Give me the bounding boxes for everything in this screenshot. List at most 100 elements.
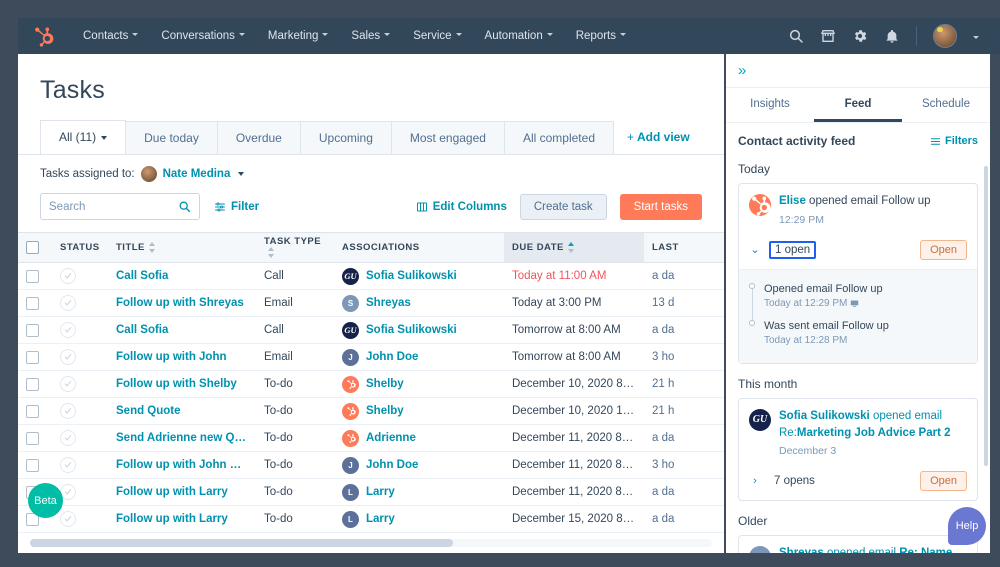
table-row[interactable]: Call SofiaCallGUSofia SulikowskiTomorrow… (18, 317, 724, 344)
feed-card[interactable]: GUSofia Sulikowski opened email Re:Marke… (738, 398, 978, 502)
sort-icon-active[interactable] (568, 242, 575, 253)
association-name-link[interactable]: Larry (366, 513, 395, 525)
row-checkbox[interactable] (26, 405, 39, 418)
nav-item-automation[interactable]: Automation (474, 24, 565, 48)
chevron-down-icon[interactable] (973, 35, 980, 42)
chevron-right-icon[interactable]: › (749, 475, 761, 487)
association-name-link[interactable]: John Doe (366, 459, 418, 471)
add-view-button[interactable]: +Add view (613, 121, 704, 154)
table-row[interactable]: Follow up with ShreyasEmailSShreyasToday… (18, 290, 724, 317)
task-title-link[interactable]: Call Sofia (116, 324, 248, 336)
feed-actor-link[interactable]: Shreyas (779, 547, 824, 553)
complete-task-icon[interactable] (60, 430, 76, 446)
column-associations[interactable]: ASSOCIATIONS (334, 233, 504, 263)
panel-scrollbar[interactable] (984, 166, 988, 466)
association-name-link[interactable]: Adrienne (366, 432, 416, 444)
task-title-link[interactable]: Send Quote (116, 405, 248, 417)
table-row[interactable]: Follow up with ShelbyTo-doShelbyDecember… (18, 371, 724, 398)
scrollbar-thumb[interactable] (30, 539, 453, 547)
feed-actor-link[interactable]: Sofia Sulikowski (779, 410, 870, 422)
help-button[interactable]: Help (948, 507, 986, 545)
search-input[interactable] (49, 201, 178, 213)
edit-columns-button[interactable]: Edit Columns (416, 201, 507, 213)
association-name-link[interactable]: John Doe (366, 351, 418, 363)
opens-count[interactable]: 7 opens (769, 473, 820, 489)
nav-item-conversations[interactable]: Conversations (150, 24, 257, 48)
column-task-type[interactable]: TASK TYPE (256, 233, 334, 263)
task-title-link[interactable]: Follow up with John Doe (116, 459, 248, 471)
feed-card[interactable]: SShreyas opened email Re: Name correctio… (738, 535, 978, 553)
nav-item-contacts[interactable]: Contacts (72, 24, 150, 48)
beta-badge[interactable]: Beta (28, 483, 63, 518)
tab-overdue[interactable]: Overdue (217, 121, 301, 154)
complete-task-icon[interactable] (60, 376, 76, 392)
row-checkbox[interactable] (26, 297, 39, 310)
tab-upcoming[interactable]: Upcoming (300, 121, 392, 154)
tab-all-completed[interactable]: All completed (504, 121, 614, 154)
column-title[interactable]: TITLE (108, 233, 256, 263)
horizontal-scrollbar[interactable] (30, 539, 712, 547)
chevron-down-icon[interactable]: ⌄ (749, 243, 761, 256)
marketplace-icon[interactable] (820, 28, 836, 44)
table-row[interactable]: Follow up with LarryTo-doLLarryDecember … (18, 479, 724, 506)
feed-card[interactable]: Elise opened email Follow up12:29 PM⌄1 o… (738, 183, 978, 364)
association-name-link[interactable]: Larry (366, 486, 395, 498)
nav-item-service[interactable]: Service (402, 24, 473, 48)
select-all-checkbox[interactable] (26, 241, 39, 254)
association-name-link[interactable]: Shreyas (366, 297, 411, 309)
task-title-link[interactable]: Call Sofia (116, 270, 248, 282)
row-checkbox[interactable] (26, 351, 39, 364)
open-button[interactable]: Open (920, 240, 967, 260)
nav-item-sales[interactable]: Sales (340, 24, 402, 48)
tab-feed[interactable]: Feed (814, 88, 902, 122)
tab-most-engaged[interactable]: Most engaged (391, 121, 505, 154)
search-box[interactable] (40, 193, 200, 220)
tab-insights[interactable]: Insights (726, 88, 814, 122)
tab-all[interactable]: All (11) (40, 120, 126, 154)
opens-count[interactable]: 1 open (769, 241, 816, 259)
panel-filters-button[interactable]: Filters (930, 135, 978, 147)
table-row[interactable]: Follow up with JohnEmailJJohn DoeTomorro… (18, 344, 724, 371)
table-row[interactable]: Follow up with John DoeTo-doJJohn DoeDec… (18, 452, 724, 479)
sort-icon[interactable] (149, 242, 156, 253)
association-name-link[interactable]: Sofia Sulikowski (366, 324, 457, 336)
task-title-link[interactable]: Follow up with John (116, 351, 248, 363)
complete-task-icon[interactable] (60, 349, 76, 365)
settings-gear-icon[interactable] (852, 28, 868, 44)
create-task-button[interactable]: Create task (520, 194, 607, 220)
filter-button[interactable]: Filter (214, 201, 259, 213)
tab-due-today[interactable]: Due today (125, 121, 218, 154)
open-button[interactable]: Open (920, 471, 967, 491)
column-status[interactable]: STATUS (52, 233, 108, 263)
nav-item-reports[interactable]: Reports (565, 24, 638, 48)
start-tasks-button[interactable]: Start tasks (620, 194, 702, 220)
task-title-link[interactable]: Follow up with Larry (116, 486, 248, 498)
complete-task-icon[interactable] (60, 268, 76, 284)
complete-task-icon[interactable] (60, 295, 76, 311)
row-checkbox[interactable] (26, 270, 39, 283)
task-title-link[interactable]: Follow up with Larry (116, 513, 248, 525)
row-checkbox[interactable] (26, 432, 39, 445)
task-title-link[interactable]: Follow up with Shelby (116, 378, 248, 390)
assignee-name[interactable]: Nate Medina (163, 168, 231, 180)
row-checkbox[interactable] (26, 324, 39, 337)
complete-task-icon[interactable] (60, 403, 76, 419)
complete-task-icon[interactable] (60, 322, 76, 338)
association-name-link[interactable]: Sofia Sulikowski (366, 270, 457, 282)
avatar[interactable] (933, 24, 957, 48)
double-chevron-right-icon[interactable]: » (738, 63, 744, 78)
table-row[interactable]: Send Adrienne new Qu...To-doAdrienneDece… (18, 425, 724, 452)
feed-actor-link[interactable]: Elise (779, 195, 806, 207)
complete-task-icon[interactable] (60, 511, 76, 527)
row-checkbox[interactable] (26, 378, 39, 391)
column-due-date[interactable]: DUE DATE (504, 233, 644, 263)
notifications-bell-icon[interactable] (884, 28, 900, 44)
complete-task-icon[interactable] (60, 457, 76, 473)
association-name-link[interactable]: Shelby (366, 405, 404, 417)
task-title-link[interactable]: Follow up with Shreyas (116, 297, 248, 309)
column-last[interactable]: LAST (644, 233, 724, 263)
nav-item-marketing[interactable]: Marketing (257, 24, 341, 48)
table-row[interactable]: Follow up with LarryTo-doLLarryDecember … (18, 506, 724, 533)
chevron-down-icon[interactable] (236, 168, 244, 180)
task-title-link[interactable]: Send Adrienne new Qu... (116, 432, 248, 444)
